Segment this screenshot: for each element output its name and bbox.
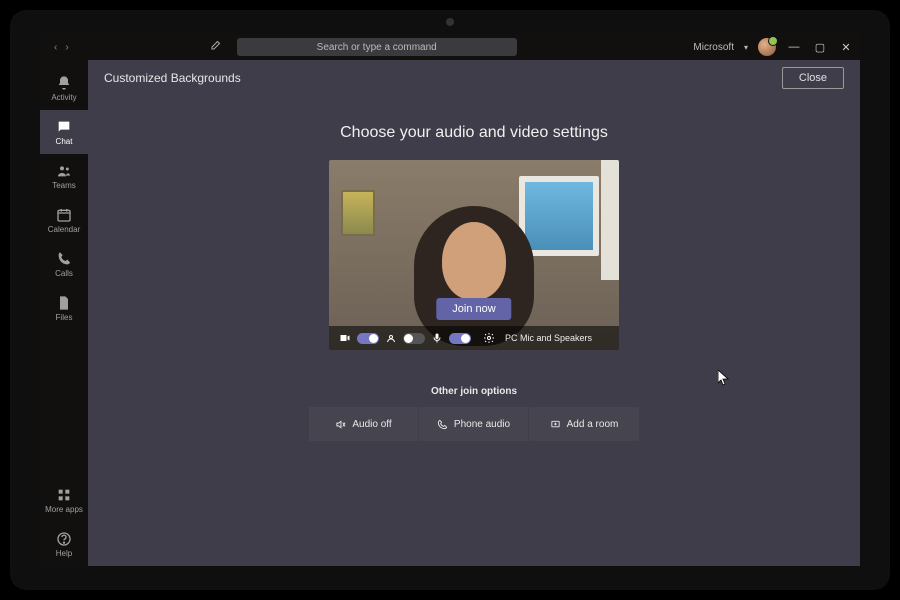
camera-icon (339, 332, 351, 344)
titlebar-right: Microsoft ▾ — ▢ ✕ (693, 38, 854, 56)
org-label: Microsoft (693, 42, 734, 53)
audio-device-label[interactable]: PC Mic and Speakers (505, 333, 592, 343)
compose-icon[interactable] (209, 40, 221, 55)
titlebar: ‹ › Search or type a command Microsoft ▾… (40, 34, 860, 60)
add-room-button[interactable]: Add a room (529, 407, 639, 441)
bell-icon (56, 75, 72, 91)
rail-label: Teams (52, 181, 76, 190)
audio-off-button[interactable]: Audio off (309, 407, 419, 441)
files-icon (56, 295, 72, 311)
mic-toggle[interactable] (449, 333, 471, 344)
prejoin-panel: Choose your audio and video settings Joi… (88, 96, 860, 441)
tablet-device: ‹ › Search or type a command Microsoft ▾… (10, 10, 890, 590)
phone-audio-button[interactable]: Phone audio (419, 407, 529, 441)
mic-icon (431, 332, 443, 344)
phone-audio-icon (437, 419, 448, 430)
person-face (442, 222, 506, 300)
room-curtain (601, 160, 619, 280)
option-label: Add a room (567, 419, 619, 430)
teams-icon (56, 163, 72, 179)
rail-label: Help (56, 549, 72, 558)
add-room-icon (550, 419, 561, 430)
join-options-row: Audio off Phone audio Add a room (309, 407, 639, 441)
app-screen: ‹ › Search or type a command Microsoft ▾… (40, 34, 860, 566)
close-button[interactable]: Close (782, 67, 844, 89)
preview-controls: PC Mic and Speakers (329, 326, 619, 350)
rail-label: Files (56, 313, 73, 322)
audio-off-icon (335, 419, 346, 430)
maximize-button[interactable]: ▢ (812, 41, 828, 54)
background-blur-icon (385, 332, 397, 344)
rail-label: Calls (55, 269, 73, 278)
search-placeholder: Search or type a command (317, 42, 437, 53)
rail-label: Chat (56, 137, 73, 146)
chat-icon (56, 119, 72, 135)
camera-toggle[interactable] (357, 333, 379, 344)
content-header: Customized Backgrounds Close (88, 60, 860, 96)
close-window-button[interactable]: ✕ (838, 41, 854, 54)
search-input[interactable]: Search or type a command (237, 38, 517, 56)
nav-arrows: ‹ › (54, 42, 69, 53)
rail-label: Calendar (48, 225, 80, 234)
background-blur-toggle[interactable] (403, 333, 425, 344)
rail-item-help[interactable]: Help (40, 522, 88, 566)
apps-icon (56, 487, 72, 503)
org-chevron-icon[interactable]: ▾ (744, 43, 748, 52)
option-label: Audio off (352, 419, 391, 430)
other-join-options-label: Other join options (431, 386, 517, 397)
help-icon (56, 531, 72, 547)
rail-label: More apps (45, 505, 83, 514)
gear-icon[interactable] (483, 332, 495, 344)
rail-item-teams[interactable]: Teams (40, 154, 88, 198)
calendar-icon (56, 207, 72, 223)
rail-item-calls[interactable]: Calls (40, 242, 88, 286)
prejoin-title: Choose your audio and video settings (340, 124, 608, 142)
rail-item-chat[interactable]: Chat (40, 110, 88, 154)
minimize-button[interactable]: — (786, 41, 802, 53)
page-title: Customized Backgrounds (104, 71, 241, 85)
rail-label: Activity (51, 93, 76, 102)
join-now-button[interactable]: Join now (436, 298, 511, 320)
phone-icon (56, 251, 72, 267)
rail-item-more-apps[interactable]: More apps (40, 478, 88, 522)
rail-item-calendar[interactable]: Calendar (40, 198, 88, 242)
avatar[interactable] (758, 38, 776, 56)
nav-back-icon[interactable]: ‹ (54, 42, 57, 53)
rail-item-activity[interactable]: Activity (40, 66, 88, 110)
video-preview: Join now (329, 160, 619, 350)
app-rail: Activity Chat Teams Calendar Calls Files (40, 60, 88, 566)
room-window (519, 176, 599, 256)
room-painting (341, 190, 375, 236)
rail-item-files[interactable]: Files (40, 286, 88, 330)
option-label: Phone audio (454, 419, 510, 430)
nav-forward-icon[interactable]: › (65, 42, 68, 53)
content-area: Customized Backgrounds Close Choose your… (88, 60, 860, 566)
